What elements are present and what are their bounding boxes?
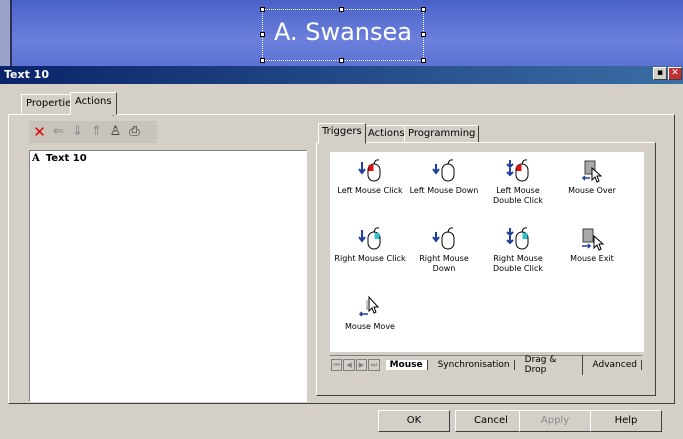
- close-button[interactable]: ✕: [668, 67, 682, 80]
- mouse-over-icon: [581, 160, 603, 183]
- right-down-icon: [432, 227, 455, 250]
- tab-advanced[interactable]: Advanced: [589, 359, 642, 370]
- resize-handle[interactable]: [421, 58, 426, 63]
- print-icon[interactable]: ⎙: [127, 124, 142, 140]
- trigger-label: Left Mouse Down: [409, 186, 479, 195]
- resize-handle[interactable]: [260, 7, 265, 12]
- tab-programming[interactable]: Programming: [404, 125, 480, 143]
- next-tab-icon[interactable]: ▶: [355, 358, 368, 371]
- trigger-label: Mouse Over: [568, 186, 616, 195]
- tab-right-actions[interactable]: Actions: [364, 125, 409, 143]
- cancel-button[interactable]: Cancel: [455, 410, 527, 432]
- trigger-left-mouse-double-click[interactable]: Left Mouse Double Click: [481, 156, 555, 206]
- right-click-icon: [358, 227, 381, 250]
- trigger-label: Right Mouse Click: [334, 254, 406, 263]
- tab-actions[interactable]: Actions: [70, 92, 117, 115]
- object-list: A Text 10: [29, 150, 307, 402]
- first-tab-icon[interactable]: ⏮: [331, 358, 343, 371]
- resize-handle[interactable]: [339, 7, 344, 12]
- trigger-left-mouse-click[interactable]: Left Mouse Click: [333, 156, 407, 196]
- help-button[interactable]: Help: [590, 410, 662, 432]
- trigger-label: Right Mouse Double Click: [493, 254, 543, 273]
- trigger-mouse-exit[interactable]: Mouse Exit: [555, 224, 629, 264]
- selected-text-box[interactable]: A. Swansea: [260, 7, 426, 63]
- trigger-icon-grid: Left Mouse Click Left Mouse Down Left Mo…: [330, 152, 644, 352]
- tab-mouse[interactable]: Mouse: [385, 359, 428, 370]
- tab-triggers[interactable]: Triggers: [318, 123, 366, 144]
- window-titlebar: Text 10 ▪ ✕: [0, 66, 683, 84]
- trigger-right-mouse-down[interactable]: Right Mouse Down: [407, 224, 481, 274]
- action-toolbar: ✕ ⇐ ⇓ ⇑ ♙ ⎙: [29, 121, 157, 143]
- list-item[interactable]: A Text 10: [32, 153, 87, 164]
- delete-icon[interactable]: ✕: [32, 124, 47, 140]
- resize-handle[interactable]: [339, 58, 344, 63]
- text-object-icon: A: [32, 153, 40, 164]
- minimize-button[interactable]: ▪: [653, 67, 667, 80]
- tab-drag-drop[interactable]: Drag & Drop: [521, 354, 583, 375]
- canvas-left-edge: [0, 0, 12, 66]
- trigger-left-mouse-down[interactable]: Left Mouse Down: [407, 156, 481, 196]
- canvas-title-text: A. Swansea: [273, 18, 412, 46]
- resize-handle[interactable]: [421, 7, 426, 12]
- trigger-label: Left Mouse Double Click: [493, 186, 543, 205]
- trigger-label: Mouse Exit: [570, 254, 614, 263]
- right-double-icon: [506, 227, 529, 250]
- canvas-area: A. Swansea: [0, 0, 683, 66]
- trigger-label: Right Mouse Down: [419, 254, 469, 273]
- window-title: Text 10: [4, 68, 49, 81]
- apply-button[interactable]: Apply: [519, 410, 591, 432]
- trigger-mouse-move[interactable]: Mouse Move: [333, 292, 407, 332]
- trigger-right-mouse-double-click[interactable]: Right Mouse Double Click: [481, 224, 555, 274]
- trigger-label: Left Mouse Click: [337, 186, 403, 195]
- tab-synchronisation[interactable]: Synchronisation: [434, 359, 515, 370]
- person-icon[interactable]: ♙: [108, 124, 123, 140]
- down-arrow-icon[interactable]: ⇓: [70, 124, 85, 140]
- left-click-icon: [358, 159, 381, 182]
- prev-tab-icon[interactable]: ◀: [343, 358, 355, 371]
- trigger-category-tabs: ⏮ ◀ ▶ ⏭ Mouse Synchronisation Drag & Dro…: [330, 354, 642, 375]
- mouse-move-icon: [358, 295, 380, 317]
- trigger-mouse-over[interactable]: Mouse Over: [555, 156, 629, 196]
- ok-button[interactable]: OK: [378, 410, 450, 432]
- up-arrow-icon[interactable]: ⇑: [89, 124, 104, 140]
- trigger-right-mouse-click[interactable]: Right Mouse Click: [333, 224, 407, 264]
- list-item-label: Text 10: [45, 153, 87, 164]
- mouse-exit-icon: [582, 228, 605, 251]
- last-tab-icon[interactable]: ⏭: [368, 358, 380, 371]
- trigger-label: Mouse Move: [345, 322, 395, 331]
- back-arrow-icon[interactable]: ⇐: [51, 124, 66, 140]
- left-down-icon: [432, 159, 455, 182]
- left-double-icon: [506, 159, 529, 182]
- resize-handle[interactable]: [260, 58, 265, 63]
